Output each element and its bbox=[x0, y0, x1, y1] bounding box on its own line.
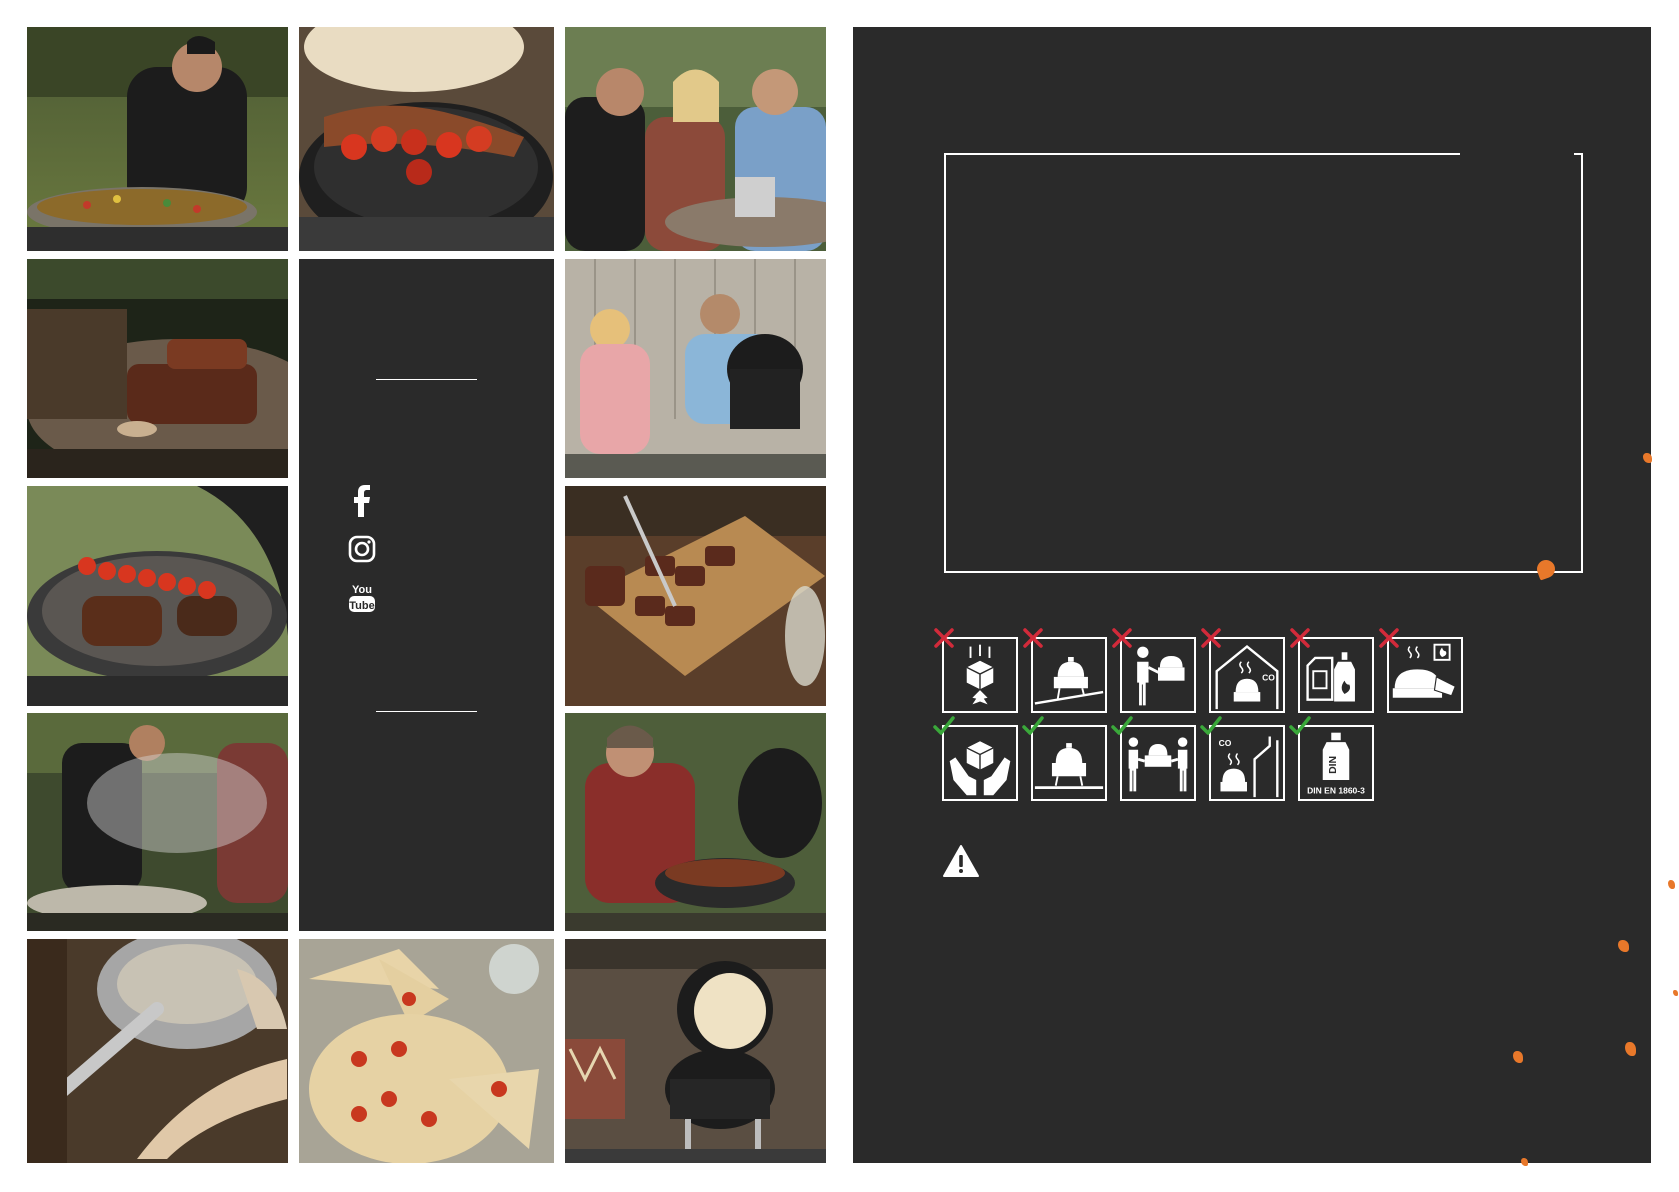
chef-cooking-photo bbox=[27, 27, 288, 251]
couple-wine-photo bbox=[565, 259, 826, 478]
frame-top-edge bbox=[944, 153, 1460, 155]
cross-mark-icon bbox=[1022, 627, 1044, 649]
youtube-icon[interactable]: You Tube bbox=[348, 581, 376, 613]
ember-accent bbox=[1673, 990, 1678, 996]
focaccia-photo bbox=[299, 939, 554, 1163]
cross-mark-icon bbox=[1111, 627, 1133, 649]
smoky-grill-photo bbox=[27, 713, 288, 931]
kamado-grill-photo bbox=[299, 27, 554, 251]
ember-accent bbox=[1625, 1042, 1636, 1056]
ember-accent bbox=[1521, 1158, 1528, 1166]
din-standard-label: DIN EN 1860-3 bbox=[1307, 785, 1365, 795]
safety-page: CO CO DIN DIN EN 1860-3 bbox=[853, 27, 1651, 1163]
co-label: CO bbox=[1262, 673, 1275, 683]
steak-tomatoes-photo bbox=[27, 486, 288, 706]
co-label-outdoor: CO bbox=[1219, 738, 1232, 748]
cross-mark-icon bbox=[1289, 627, 1311, 649]
warning-icon bbox=[942, 844, 980, 878]
check-mark-icon bbox=[933, 715, 955, 737]
cross-mark-icon bbox=[1378, 627, 1400, 649]
man-grilling-photo bbox=[565, 713, 826, 931]
content-frame bbox=[944, 153, 1583, 573]
sliced-steak-photo bbox=[565, 486, 826, 706]
divider-top bbox=[376, 379, 477, 380]
frame-corner-tick bbox=[1574, 153, 1583, 155]
cross-mark-icon bbox=[933, 627, 955, 649]
instagram-icon[interactable] bbox=[348, 533, 376, 565]
divider-bottom bbox=[376, 711, 477, 712]
roast-meat-photo bbox=[27, 259, 288, 478]
check-mark-icon bbox=[1022, 715, 1044, 737]
check-mark-icon bbox=[1289, 715, 1311, 737]
din-label: DIN bbox=[1328, 756, 1339, 774]
kamado-open-photo bbox=[565, 939, 826, 1163]
fish-pot-photo bbox=[27, 939, 288, 1163]
cross-mark-icon bbox=[1200, 627, 1222, 649]
ember-accent bbox=[1618, 940, 1629, 952]
ember-accent bbox=[1668, 880, 1675, 889]
ember-accent bbox=[1513, 1051, 1523, 1063]
check-mark-icon bbox=[1111, 715, 1133, 737]
friends-dining-photo bbox=[565, 27, 826, 251]
ember-accent bbox=[1643, 453, 1652, 463]
social-media-panel: You Tube bbox=[299, 259, 554, 931]
facebook-icon[interactable] bbox=[348, 485, 376, 517]
check-mark-icon bbox=[1200, 715, 1222, 737]
youtube-text-top: You bbox=[352, 584, 372, 596]
youtube-text-bottom: Tube bbox=[349, 600, 374, 612]
frame-right-edge bbox=[1581, 153, 1583, 573]
